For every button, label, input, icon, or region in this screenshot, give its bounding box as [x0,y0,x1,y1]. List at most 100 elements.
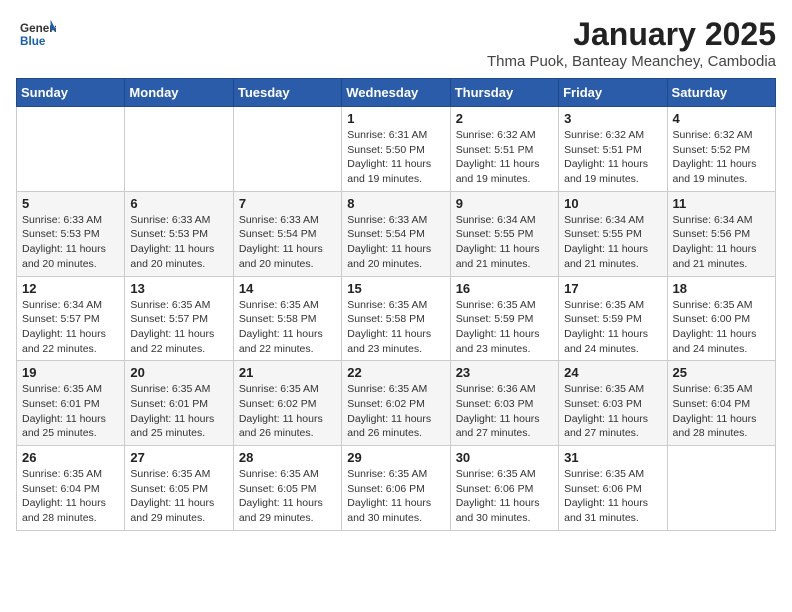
day-number: 24 [564,365,661,380]
table-row: 20 Sunrise: 6:35 AMSunset: 6:01 PMDayligh… [125,361,233,446]
day-info: Sunrise: 6:33 AMSunset: 5:53 PMDaylight:… [130,213,227,272]
day-number: 2 [456,111,553,126]
day-number: 15 [347,281,444,296]
day-number: 5 [22,196,119,211]
day-number: 3 [564,111,661,126]
day-info: Sunrise: 6:35 AMSunset: 6:03 PMDaylight:… [564,382,661,441]
table-row: 31 Sunrise: 6:35 AMSunset: 6:06 PMDayligh… [559,446,667,531]
day-number: 20 [130,365,227,380]
day-info: Sunrise: 6:31 AMSunset: 5:50 PMDaylight:… [347,128,444,187]
table-row [125,107,233,192]
header-wednesday: Wednesday [342,79,450,107]
table-row: 24 Sunrise: 6:35 AMSunset: 6:03 PMDayligh… [559,361,667,446]
day-number: 26 [22,450,119,465]
location-subtitle: Thma Puok, Banteay Meanchey, Cambodia [487,53,776,70]
page-header: General Blue January 2025 Thma Puok, Ban… [16,16,776,70]
day-number: 23 [456,365,553,380]
day-number: 11 [673,196,770,211]
day-info: Sunrise: 6:32 AMSunset: 5:51 PMDaylight:… [564,128,661,187]
table-row: 8Sunrise: 6:33 AMSunset: 5:54 PMDaylight… [342,191,450,276]
month-title: January 2025 [487,16,776,53]
table-row: 11 Sunrise: 6:34 AMSunset: 5:56 PMDayligh… [667,191,775,276]
day-number: 12 [22,281,119,296]
table-row: 7 Sunrise: 6:33 AMSunset: 5:54 PMDaylight… [233,191,341,276]
day-info: Sunrise: 6:34 AMSunset: 5:55 PMDaylight:… [564,213,661,272]
table-row: 25 Sunrise: 6:35 AMSunset: 6:04 PMDayligh… [667,361,775,446]
day-number: 27 [130,450,227,465]
table-row: 29Sunrise: 6:35 AMSunset: 6:06 PMDayligh… [342,446,450,531]
svg-text:Blue: Blue [20,35,46,48]
table-row: 1 Sunrise: 6:31 AMSunset: 5:50 PMDaylight… [342,107,450,192]
table-row: 10 Sunrise: 6:34 AMSunset: 5:55 PMDayligh… [559,191,667,276]
day-info: Sunrise: 6:34 AMSunset: 5:57 PMDaylight:… [22,298,119,357]
calendar-week-row: 5 Sunrise: 6:33 AMSunset: 5:53 PMDaylight… [17,191,776,276]
table-row: 23Sunrise: 6:36 AMSunset: 6:03 PMDayligh… [450,361,558,446]
table-row: 28 Sunrise: 6:35 AMSunset: 6:05 PMDayligh… [233,446,341,531]
table-row [17,107,125,192]
table-row [233,107,341,192]
header-friday: Friday [559,79,667,107]
day-number: 1 [347,111,444,126]
table-row: 30 Sunrise: 6:35 AMSunset: 6:06 PMDayligh… [450,446,558,531]
day-info: Sunrise: 6:33 AMSunset: 5:53 PMDaylight:… [22,213,119,272]
day-number: 28 [239,450,336,465]
table-row: 4 Sunrise: 6:32 AMSunset: 5:52 PMDaylight… [667,107,775,192]
day-info: Sunrise: 6:35 AMSunset: 5:57 PMDaylight:… [130,298,227,357]
day-number: 25 [673,365,770,380]
day-number: 14 [239,281,336,296]
table-row: 12 Sunrise: 6:34 AMSunset: 5:57 PMDayligh… [17,276,125,361]
table-row: 17Sunrise: 6:35 AMSunset: 5:59 PMDayligh… [559,276,667,361]
day-info: Sunrise: 6:34 AMSunset: 5:56 PMDaylight:… [673,213,770,272]
header-monday: Monday [125,79,233,107]
table-row: 5 Sunrise: 6:33 AMSunset: 5:53 PMDaylight… [17,191,125,276]
day-info: Sunrise: 6:32 AMSunset: 5:51 PMDaylight:… [456,128,553,187]
day-number: 10 [564,196,661,211]
day-info: Sunrise: 6:32 AMSunset: 5:52 PMDaylight:… [673,128,770,187]
day-info: Sunrise: 6:35 AMSunset: 6:05 PMDaylight:… [130,467,227,526]
table-row: 26 Sunrise: 6:35 AMSunset: 6:04 PMDayligh… [17,446,125,531]
day-number: 17 [564,281,661,296]
table-row: 18Sunrise: 6:35 AMSunset: 6:00 PMDayligh… [667,276,775,361]
logo: General Blue [16,16,56,57]
table-row: 6 Sunrise: 6:33 AMSunset: 5:53 PMDaylight… [125,191,233,276]
day-info: Sunrise: 6:35 AMSunset: 6:06 PMDaylight:… [456,467,553,526]
day-info: Sunrise: 6:34 AMSunset: 5:55 PMDaylight:… [456,213,553,272]
day-info: Sunrise: 6:35 AMSunset: 5:59 PMDaylight:… [456,298,553,357]
day-info: Sunrise: 6:35 AMSunset: 6:05 PMDaylight:… [239,467,336,526]
table-row: 19Sunrise: 6:35 AMSunset: 6:01 PMDayligh… [17,361,125,446]
calendar-week-row: 1 Sunrise: 6:31 AMSunset: 5:50 PMDaylight… [17,107,776,192]
day-info: Sunrise: 6:35 AMSunset: 6:04 PMDaylight:… [22,467,119,526]
day-number: 29 [347,450,444,465]
day-number: 30 [456,450,553,465]
day-info: Sunrise: 6:35 AMSunset: 6:02 PMDaylight:… [347,382,444,441]
day-info: Sunrise: 6:35 AMSunset: 6:06 PMDaylight:… [564,467,661,526]
header-tuesday: Tuesday [233,79,341,107]
day-number: 31 [564,450,661,465]
calendar-week-row: 26 Sunrise: 6:35 AMSunset: 6:04 PMDayligh… [17,446,776,531]
table-row: 21Sunrise: 6:35 AMSunset: 6:02 PMDayligh… [233,361,341,446]
day-number: 18 [673,281,770,296]
day-info: Sunrise: 6:33 AMSunset: 5:54 PMDaylight:… [239,213,336,272]
table-row: 3 Sunrise: 6:32 AMSunset: 5:51 PMDaylight… [559,107,667,192]
table-row: 2 Sunrise: 6:32 AMSunset: 5:51 PMDaylight… [450,107,558,192]
day-number: 22 [347,365,444,380]
header-thursday: Thursday [450,79,558,107]
table-row [667,446,775,531]
day-number: 4 [673,111,770,126]
day-info: Sunrise: 6:35 AMSunset: 6:04 PMDaylight:… [673,382,770,441]
day-number: 6 [130,196,227,211]
table-row: 27 Sunrise: 6:35 AMSunset: 6:05 PMDayligh… [125,446,233,531]
day-info: Sunrise: 6:35 AMSunset: 5:58 PMDaylight:… [239,298,336,357]
calendar-header-row: Sunday Monday Tuesday Wednesday Thursday… [17,79,776,107]
day-info: Sunrise: 6:33 AMSunset: 5:54 PMDaylight:… [347,213,444,272]
header-sunday: Sunday [17,79,125,107]
calendar-table: Sunday Monday Tuesday Wednesday Thursday… [16,78,776,531]
day-number: 16 [456,281,553,296]
day-info: Sunrise: 6:35 AMSunset: 6:01 PMDaylight:… [130,382,227,441]
header-saturday: Saturday [667,79,775,107]
table-row: 9Sunrise: 6:34 AMSunset: 5:55 PMDaylight… [450,191,558,276]
day-info: Sunrise: 6:35 AMSunset: 6:02 PMDaylight:… [239,382,336,441]
day-info: Sunrise: 6:35 AMSunset: 6:01 PMDaylight:… [22,382,119,441]
table-row: 16 Sunrise: 6:35 AMSunset: 5:59 PMDayligh… [450,276,558,361]
day-number: 7 [239,196,336,211]
